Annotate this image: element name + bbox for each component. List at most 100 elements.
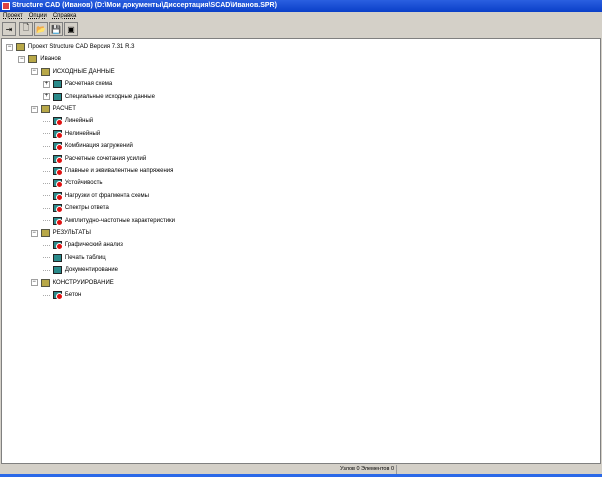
tree-item[interactable]: − КОНСТРУИРОВАНИЕ [30, 277, 114, 289]
tree-connector [42, 244, 50, 246]
new-file-button[interactable]: 🗋 [19, 22, 33, 36]
tree-item[interactable]: Документирование [42, 264, 118, 276]
computer-disabled-icon [52, 179, 63, 189]
tree-connector [42, 257, 50, 259]
tree-item-label: КОНСТРУИРОВАНИЕ [52, 279, 114, 286]
project-tree: − Проект Structure CAD Версия 7.31 R.3− Ив… [1, 38, 601, 464]
folder-icon [40, 67, 50, 76]
tree-item-label: Нагрузки от фрагмента схемы [64, 192, 149, 199]
computer-disabled-icon [52, 117, 63, 127]
tree-item-label: Печать таблиц [64, 254, 106, 261]
exit-button[interactable]: ⇥ [2, 22, 16, 36]
tree-item[interactable]: Нелинейный [42, 128, 101, 140]
tree-item[interactable]: Печать таблиц [42, 252, 106, 264]
tree-connector [42, 294, 50, 296]
tree-item[interactable]: Главные и эквивалентные напряжения [42, 165, 174, 177]
computer-disabled-icon [52, 154, 63, 164]
folder-icon [40, 229, 50, 237]
tree-item-label: РЕЗУЛЬТАТЫ [52, 230, 91, 236]
computer-disabled-icon [52, 129, 63, 139]
folder-icon [40, 278, 50, 287]
toolbar: ⇥ 🗋 📂 💾 ▣ [0, 21, 602, 37]
tree-item[interactable]: Бетон [42, 289, 82, 301]
tree-item-label: Расчетная схема [64, 81, 113, 88]
save-icon: 💾 [51, 24, 61, 34]
window-title: Structure CAD (Иванов) (D:\Мои документы… [12, 2, 277, 9]
app-icon [2, 2, 10, 10]
tree-item-label: Нелинейный [64, 130, 101, 137]
tree-connector [42, 170, 50, 172]
open-folder-icon: 📂 [36, 24, 46, 34]
tree-connector [42, 158, 50, 160]
open-folder-button[interactable]: 📂 [34, 22, 48, 36]
tree-item[interactable]: − РЕЗУЛЬТАТЫ [30, 227, 91, 239]
tree-item[interactable]: Амплитудно-частотные характеристики [42, 215, 176, 227]
menu-options[interactable]: Опции [29, 12, 47, 21]
tree-item[interactable]: − РАСЧЕТ [30, 103, 76, 115]
computer-disabled-icon [52, 204, 63, 214]
title-bar: Structure CAD (Иванов) (D:\Мои документы… [0, 0, 602, 12]
tree-item-label: Графический анализ [64, 242, 123, 249]
tree-item-label: Спектры ответа [64, 205, 109, 212]
window-icon: ▣ [67, 24, 75, 34]
collapse-icon[interactable]: − [30, 279, 38, 287]
computer-icon [52, 80, 62, 89]
tree-item[interactable]: Линейный [42, 115, 94, 127]
new-file-icon: 🗋 [22, 23, 30, 32]
tree-item-label: Иванов [40, 56, 61, 63]
tree-item-label: Линейный [64, 118, 94, 125]
computer-disabled-icon [52, 142, 63, 152]
tree-connector [42, 220, 50, 222]
collapse-icon[interactable]: − [30, 105, 38, 113]
tree-item[interactable]: − Проект Structure CAD Версия 7.31 R.3 [6, 41, 134, 53]
computer-icon [52, 266, 62, 275]
tree-item[interactable]: Нагрузки от фрагмента схемы [42, 190, 149, 202]
tree-item[interactable]: Спектры ответа [42, 202, 109, 214]
tree-item-label: Специальные исходные данные [64, 93, 155, 100]
tree-item-label: Проект Structure CAD Версия 7.31 R.3 [28, 44, 135, 50]
tree-item[interactable]: Устойчивость [42, 177, 102, 189]
computer-disabled-icon [52, 191, 63, 201]
tree-connector [42, 195, 50, 197]
tree-connector [42, 120, 50, 122]
tree-item-label: Главные и эквивалентные напряжения [64, 168, 174, 174]
tree-item-label: ИСХОДНЫЕ ДАННЫЕ [52, 68, 115, 75]
save-button[interactable]: 💾 [49, 22, 63, 36]
computer-icon [52, 92, 62, 101]
computer-disabled-icon [52, 241, 63, 251]
status-bar: Узлов 0 Элементов 0 [0, 465, 602, 474]
collapse-icon[interactable]: − [30, 68, 38, 76]
tree-item-label: Расчетные сочетания усилий [64, 155, 147, 162]
status-text: Узлов 0 Элементов 0 [300, 465, 397, 474]
tree-connector [42, 207, 50, 209]
folder-icon [28, 55, 38, 64]
tree-item-label: РАСЧЕТ [52, 106, 76, 112]
window-button[interactable]: ▣ [64, 22, 78, 36]
collapse-icon[interactable]: − [18, 55, 26, 63]
menu-bar: Проект Опции Справка [0, 12, 602, 21]
tree-item-label: Бетон [64, 292, 82, 298]
tree-item[interactable]: Графический анализ [42, 239, 123, 251]
tree-item[interactable]: Расчетные сочетания усилий [42, 153, 147, 165]
tree-item[interactable]: + Расчетная схема [42, 78, 113, 90]
tree-connector [42, 133, 50, 135]
tree-item[interactable]: − Иванов [18, 53, 61, 65]
tree-item-label: Амплитудно-частотные характеристики [64, 217, 176, 224]
tree-item-label: Документирование [64, 267, 118, 274]
computer-disabled-icon [52, 216, 63, 226]
tree-item-label: Комбинация загружений [64, 143, 133, 150]
menu-project[interactable]: Проект [3, 12, 23, 21]
collapse-icon[interactable]: − [6, 43, 13, 51]
folder-icon [40, 105, 50, 113]
expand-icon[interactable]: + [42, 93, 50, 101]
menu-help[interactable]: Справка [53, 12, 77, 21]
expand-icon[interactable]: + [42, 80, 50, 88]
tree-item[interactable]: − ИСХОДНЫЕ ДАННЫЕ [30, 66, 115, 78]
tree-item[interactable]: + Специальные исходные данные [42, 91, 155, 103]
computer-icon [52, 253, 62, 262]
tree-connector [42, 182, 50, 184]
exit-icon: ⇥ [5, 24, 13, 34]
collapse-icon[interactable]: − [30, 229, 38, 237]
computer-disabled-icon [52, 291, 63, 300]
tree-item[interactable]: Комбинация загружений [42, 140, 133, 152]
